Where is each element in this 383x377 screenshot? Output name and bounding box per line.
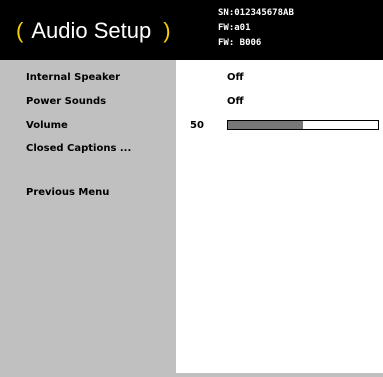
firmware-a: FW:a01 [218,23,251,33]
values-panel [176,60,383,373]
footer-divider [0,373,383,377]
page-title: ( Audio Setup) [16,18,171,48]
header-bar: ( Audio Setup) SN:012345678AB FW:a01 FW: … [0,0,383,60]
title-open-paren: ( [16,18,24,43]
menu-item-volume[interactable]: Volume [26,120,68,131]
device-info: SN:012345678AB FW:a01 FW: B006 [218,6,294,51]
volume-slider-fill [228,121,303,129]
serial-number: SN:012345678AB [218,8,294,18]
volume-value: 50 [190,120,204,131]
firmware-b: FW: B006 [218,38,262,48]
power-sounds-value[interactable]: Off [227,96,244,107]
menu-item-internal-speaker[interactable]: Internal Speaker [26,72,120,83]
title-text: Audio Setup [31,18,152,43]
internal-speaker-value[interactable]: Off [227,72,244,83]
menu-item-closed-captions[interactable]: Closed Captions ... [26,143,131,154]
title-close-paren: ) [163,18,171,43]
volume-slider[interactable] [227,120,379,130]
menu-item-power-sounds[interactable]: Power Sounds [26,96,106,107]
menu-item-previous-menu[interactable]: Previous Menu [26,187,109,198]
